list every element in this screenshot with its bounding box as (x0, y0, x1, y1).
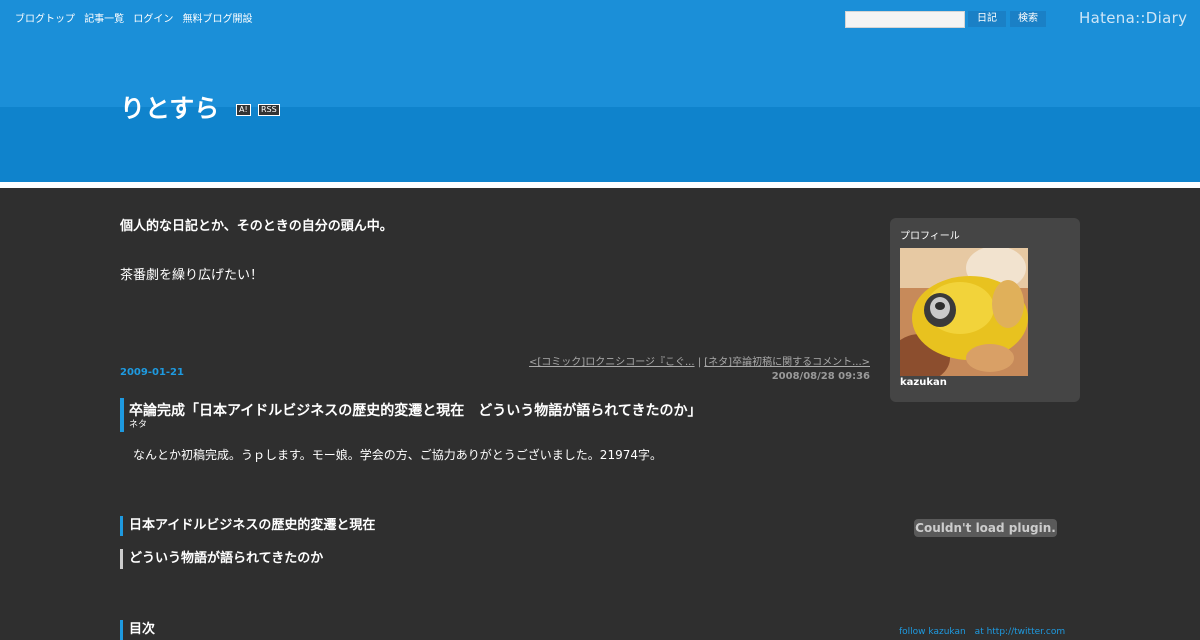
header: ブログトップ 記事一覧 ログイン 無料ブログ開設 日記 検索 Hatena::D… (0, 0, 1200, 182)
profile-heading: プロフィール (900, 231, 960, 242)
entry-title[interactable]: 卒論完成「日本アイドルビジネスの歴史的変遷と現在 どういう物語が語られてきたのか… (129, 400, 701, 420)
top-nav: ブログトップ 記事一覧 ログイン 無料ブログ開設 (15, 10, 259, 25)
next-entry-link[interactable]: [ネタ]卒論初稿に関するコメント...> (704, 357, 870, 368)
diary-search-button[interactable]: 日記 (968, 11, 1006, 27)
profile-name[interactable]: kazukan (900, 377, 947, 388)
toc-heading: 目次 (120, 620, 155, 640)
header-divider (0, 182, 1200, 188)
entry-pager: <[コミック]ロクニシコージ『こぐ... | [ネタ]卒論初稿に関するコメント.… (529, 353, 870, 368)
plugin-error: Couldn't load plugin. (914, 519, 1057, 537)
nav-create-blog[interactable]: 無料ブログ開設 (183, 14, 253, 25)
antenna-badge[interactable]: A! (236, 104, 251, 116)
prev-entry-link[interactable]: <[コミック]ロクニシコージ『こぐ... (529, 357, 695, 368)
search-button[interactable]: 検索 (1010, 11, 1046, 27)
twitter-follow-link[interactable]: follow kazukan at http://twitter.com (899, 624, 1065, 637)
search-input[interactable] (845, 11, 965, 28)
avatar[interactable] (900, 248, 1028, 376)
blog-tagline: 茶番劇を繰り広げたい！ (120, 268, 264, 283)
entry-body: なんとか初稿完成。うｐします。モー娘。学会の方、ご協力ありがとうございました。2… (133, 448, 662, 462)
nav-blog-top[interactable]: ブログトップ (15, 14, 75, 25)
nav-login[interactable]: ログイン (133, 14, 173, 25)
site-title[interactable]: りとすら (120, 89, 219, 125)
entry-date[interactable]: 2009-01-21 (120, 367, 184, 378)
profile-panel: プロフィール kazukan (890, 218, 1080, 402)
nav-article-list[interactable]: 記事一覧 (84, 14, 124, 25)
blog-description: 個人的な日記とか、そのときの自分の頭ん中。 (120, 219, 393, 234)
avatar-image (900, 248, 1028, 376)
pager-separator: | (694, 357, 705, 368)
section-subheading: どういう物語が語られてきたのか (120, 549, 323, 569)
entry-title-block: 卒論完成「日本アイドルビジネスの歴史的変遷と現在 どういう物語が語られてきたのか… (120, 398, 744, 432)
entry-timestamp: 2008/08/28 09:36 (771, 371, 870, 382)
hatena-diary-logo[interactable]: Hatena::Diary (1079, 9, 1187, 27)
rss-badge[interactable]: RSS (258, 104, 280, 116)
section-heading: 日本アイドルビジネスの歴史的変遷と現在 (120, 516, 375, 536)
entry-category[interactable]: ネタ (129, 417, 147, 430)
